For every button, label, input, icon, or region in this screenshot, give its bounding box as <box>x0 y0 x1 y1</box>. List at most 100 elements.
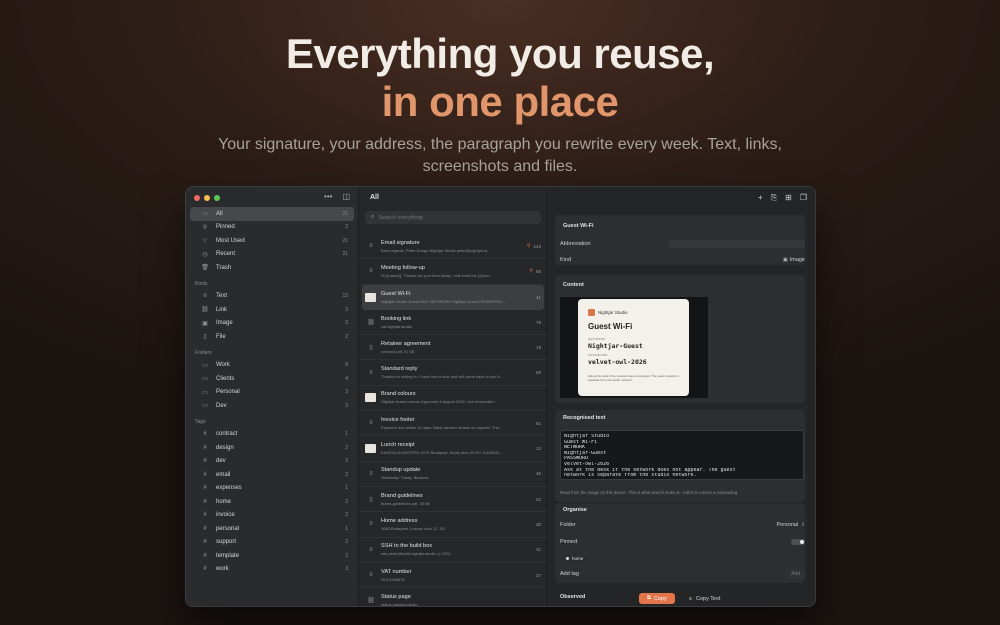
list-title: All <box>370 194 379 201</box>
sidebar-kind-text[interactable]: ≡ Text 13 <box>190 290 354 304</box>
sidebar-item-label: Dev <box>216 402 227 409</box>
sidebar-tag-work[interactable]: # work 3 <box>190 563 354 577</box>
list-item-title: Meeting follow-up <box>381 264 425 271</box>
sidebar-tag-template[interactable]: # template 2 <box>190 549 354 563</box>
tray-icon: ▭ <box>202 211 208 218</box>
sidebar-tag-design[interactable]: # design 2 <box>190 441 354 455</box>
abbreviation-input[interactable] <box>669 240 805 248</box>
sidebar-kind-file[interactable]: ▯ File 2 <box>190 330 354 344</box>
image-thumbnail <box>365 393 376 403</box>
abbreviation-field: Abbreviation <box>560 240 805 248</box>
close-window-button[interactable] <box>194 195 200 201</box>
list-item-count: 31 <box>535 547 541 553</box>
list-item[interactable]: ⛓ Booking link cal.nightjar.studio 78 <box>359 310 547 336</box>
list-item-title: SSH to the build box <box>381 543 432 550</box>
more-icon[interactable]: ••• <box>324 192 332 201</box>
sidebar-item-label: File <box>216 333 226 340</box>
sidebar-item-label: Pinned <box>216 224 235 231</box>
list-item-meta: 22 <box>536 497 541 502</box>
list-item[interactable]: ≡ Home address 1083 Budapest, Losonc utca … <box>359 512 547 538</box>
tag-chip-home[interactable]: home <box>562 555 588 562</box>
sidebar-kind-link[interactable]: ⛓ Link 3 <box>190 303 354 317</box>
sidebar-tag-contract[interactable]: # contract 1 <box>190 428 354 442</box>
list-item[interactable]: ≡ VAT number HU12345678 27 <box>359 563 547 589</box>
sidebar-folder-personal[interactable]: ▭ Personal 3 <box>190 386 354 400</box>
list-item-text: Retainer agreement contract.pdf, 57 kB <box>381 341 532 354</box>
new-folder-icon[interactable]: ⊞ <box>785 193 792 203</box>
sidebar-tag-email[interactable]: # email 2 <box>190 468 354 482</box>
sidebar-tag-support[interactable]: # support 2 <box>190 536 354 550</box>
list-item[interactable]: ≡ SSH to the build box ssh peter@build.nig… <box>359 538 547 563</box>
duplicate-icon[interactable]: ❐ <box>800 193 807 203</box>
wifi-network-label: NETWORK <box>588 337 606 341</box>
minimize-window-button[interactable] <box>204 195 210 201</box>
search-input[interactable] <box>378 214 529 221</box>
new-note-icon[interactable]: ⎘ <box>771 193 777 203</box>
sidebar-tag-home[interactable]: # home 2 <box>190 495 354 509</box>
sidebar-item-count: 2 <box>345 498 348 505</box>
add-tag-button[interactable]: Add <box>786 569 805 579</box>
list-item[interactable]: ⛓ Status page status.nightjar.studio <box>359 588 547 607</box>
file-icon: ▯ <box>203 334 207 341</box>
window-controls <box>194 195 220 201</box>
search-box[interactable]: ⌕ <box>365 211 541 224</box>
sidebar-item-most-used[interactable]: ☆ Most Used 21 <box>190 234 354 248</box>
add-icon[interactable]: + <box>758 193 763 203</box>
sidebar-item-count: 13 <box>342 293 348 300</box>
sidebar-item-recent[interactable]: ◷ Recent 21 <box>190 248 354 262</box>
sidebar-item-all[interactable]: ▭ All 21 <box>190 207 354 221</box>
hero-headline: Everything you reuse, <box>285 30 715 77</box>
list-item[interactable]: ≡ Invoice footer Payment due within 14 day… <box>359 411 547 437</box>
sidebar-item-count: 1 <box>345 485 348 492</box>
wifi-card-title: Guest Wi-Fi <box>588 322 633 331</box>
list-item-count: 45 <box>535 471 541 477</box>
list-item[interactable]: Lunch receipt KASSZA KOASTERS 1075 Budape… <box>359 436 547 462</box>
sidebar-item-count: 2 <box>345 552 348 559</box>
sidebar-tag-personal[interactable]: # personal 1 <box>190 522 354 536</box>
folder-select[interactable]: Personal ⇕ <box>777 522 806 528</box>
sidebar-folder-work[interactable]: ▭ Work 8 <box>190 359 354 373</box>
list-item[interactable]: ▯ Retainer agreement contract.pdf, 57 kB 19 <box>359 335 547 361</box>
sidebar-item-count: 8 <box>345 362 348 369</box>
zoom-window-button[interactable] <box>214 195 220 201</box>
sidebar-toggle-icon[interactable]: ◫ <box>342 192 350 201</box>
content-label: Content <box>563 282 584 288</box>
link-icon: ⛓ <box>367 319 375 326</box>
sidebar-item-trash[interactable]: 🗑 Trash <box>190 261 354 275</box>
list-item[interactable]: Guest Wi-Fi Nightjar Studio Guest Wi-Fi N… <box>362 284 544 310</box>
list-item-count: 41 <box>535 294 541 300</box>
recognised-text-area[interactable]: Nightjar Studio Guest Wi-Fi NETWORK Nightja… <box>560 430 804 480</box>
pinned-toggle[interactable] <box>791 539 805 545</box>
sidebar-folder-clients[interactable]: ▭ Clients 4 <box>190 372 354 386</box>
sidebar-folder-dev[interactable]: ▭ Dev 3 <box>190 399 354 413</box>
list-item[interactable]: ≡ Email signature Best regards, Peter Dong… <box>359 234 547 260</box>
list-item-preview: status.nightjar.studio <box>381 601 418 607</box>
abbreviation-label: Abbreviation <box>560 241 591 247</box>
copy-text-button[interactable]: ≡ Copy Text <box>683 594 727 604</box>
list-item[interactable]: ≡ Meeting follow-up Hi {{name}}, Thanks fo… <box>359 259 547 285</box>
list-item[interactable]: ≡ Standard reply Thanks for writing in. I … <box>359 360 547 386</box>
copy-button[interactable]: ⧉ Copy <box>639 593 675 604</box>
wifi-card-brand: Nightjar Studio <box>588 309 679 316</box>
sidebar-item-count: 3 <box>345 458 348 465</box>
list-item[interactable]: Brand colours Nightjar brand colours Appr… <box>359 386 547 412</box>
sidebar-kind-image[interactable]: ▣ Image 3 <box>190 317 354 331</box>
search-icon: ⌕ <box>371 214 375 220</box>
hero-subtitle: Your signature, your address, the paragr… <box>218 136 782 175</box>
list-item[interactable]: ▯ Brand guidelines brand-guidelines.pdf, 3… <box>359 487 547 513</box>
recognised-label: Recognised text <box>563 415 606 421</box>
detail-title: Guest Wi-Fi <box>563 223 594 229</box>
sidebar-item-label: personal <box>216 525 240 532</box>
link-icon: ⛓ <box>201 307 209 314</box>
list-item-preview: Payment due within 14 days. Bank transfe… <box>381 424 503 430</box>
image-preview[interactable]: Nightjar Studio Guest Wi-Fi NETWORK Nigh… <box>560 297 708 398</box>
sidebar-tag-invoice[interactable]: # invoice 2 <box>190 509 354 523</box>
sidebar-item-pinned[interactable]: ⚲ Pinned 2 <box>190 221 354 235</box>
folder-icon: ▭ <box>202 376 208 383</box>
list-item[interactable]: ≡ Standup update Yesterday: Today: Blocked… <box>359 462 547 487</box>
sidebar-item-label: expenses <box>216 485 242 492</box>
list-item-meta: 27 <box>536 573 541 578</box>
sidebar-tag-expenses[interactable]: # expenses 1 <box>190 482 354 496</box>
sidebar-tag-dev[interactable]: # dev 3 <box>190 455 354 469</box>
list-item-text: Booking link cal.nightjar.studio <box>381 316 532 329</box>
